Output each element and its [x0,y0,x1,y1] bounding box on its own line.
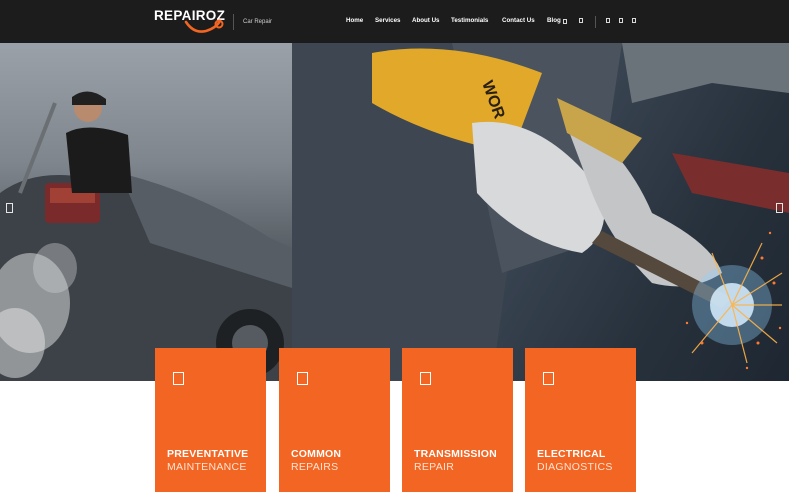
service-card-transmission-repair[interactable]: TRANSMISSION REPAIR [402,348,513,492]
service-card-title: PREVENTATIVE [167,448,249,460]
service-card-title: ELECTRICAL [537,448,606,460]
dropdown-icon[interactable] [563,19,567,24]
welding-scene-illustration: WOR [292,43,789,381]
service-card-preventative-maintenance[interactable]: PREVENTATIVE MAINTENANCE [155,348,266,492]
hero-slider: WOR [0,43,789,381]
tagline: Car Repair [243,19,273,25]
hero-image-mechanic [0,43,292,381]
mechanic-scene-illustration [0,91,292,381]
service-card-subtitle: DIAGNOSTICS [537,461,613,473]
nav-item-services[interactable]: Services [375,17,400,24]
battery-icon [543,372,554,385]
chevron-right-icon[interactable] [776,203,783,213]
nav-item-home[interactable]: Home [346,17,363,24]
logo-swoosh-icon [184,19,224,33]
gear-icon [420,372,431,385]
facebook-icon[interactable] [606,18,610,23]
service-card-subtitle: MAINTENANCE [167,461,247,473]
nav-item-about-us[interactable]: About Us [412,17,440,24]
nav-item-contact-us[interactable]: Contact Us [502,17,535,24]
service-card-subtitle: REPAIR [414,461,455,473]
service-card-electrical-diagnostics[interactable]: ELECTRICAL DIAGNOSTICS [525,348,636,492]
wrench-icon [173,372,184,385]
twitter-icon[interactable] [619,18,623,23]
nav-item-blog[interactable]: Blog [547,17,561,24]
logo[interactable]: REPAIROZ [154,8,234,36]
service-card-title: TRANSMISSION [414,448,497,460]
car-icon [297,372,308,385]
service-card-subtitle: REPAIRS [291,461,339,473]
instagram-icon[interactable] [632,18,636,23]
nav-divider [595,16,596,28]
site-header: REPAIROZ Car Repair Home Services About … [0,0,789,43]
chevron-left-icon[interactable] [6,203,13,213]
logo-divider [233,14,234,30]
search-icon[interactable] [579,18,583,23]
nav-item-testimonials[interactable]: Testimonials [451,17,488,24]
hero-image-welder: WOR [292,43,789,381]
service-card-common-repairs[interactable]: COMMON REPAIRS [279,348,390,492]
service-card-title: COMMON [291,448,342,460]
